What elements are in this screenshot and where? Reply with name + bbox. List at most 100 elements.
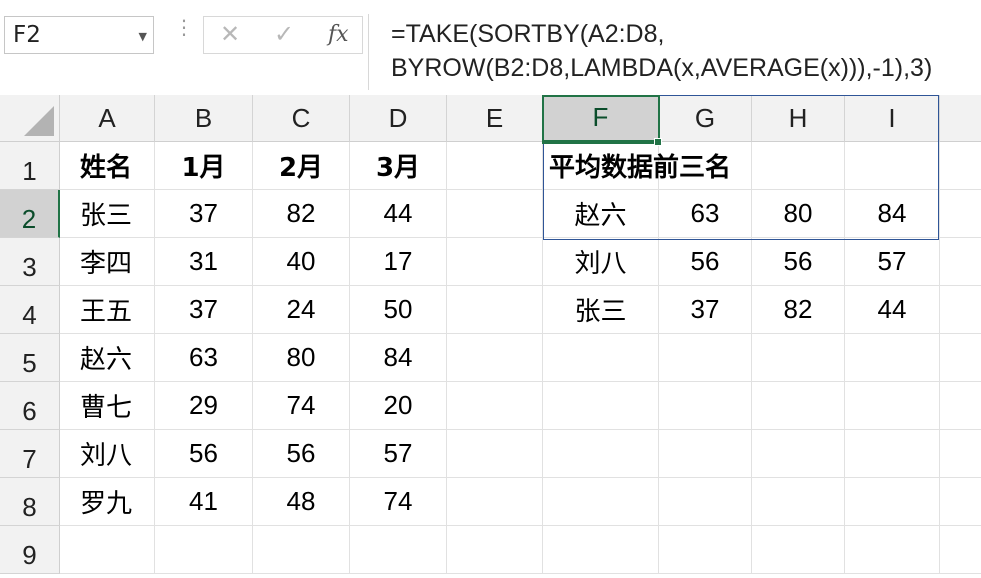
row-header-6[interactable]: 6 (0, 382, 60, 430)
grid-cell[interactable] (253, 526, 350, 574)
grid-cell[interactable] (543, 382, 659, 430)
grid-cell[interactable] (940, 526, 981, 574)
table-cell[interactable]: 74 (253, 382, 350, 430)
insert-function-icon[interactable]: fx (328, 22, 349, 47)
table-cell[interactable]: 82 (253, 190, 350, 238)
grid-cell[interactable] (659, 430, 752, 478)
table-cell[interactable]: 20 (350, 382, 447, 430)
row-header-8[interactable]: 8 (0, 478, 60, 526)
row-header-9[interactable]: 9 (0, 526, 60, 574)
grid-cell[interactable] (543, 478, 659, 526)
result-title[interactable]: 平均数据前三名 (543, 142, 793, 190)
name-box[interactable]: F2 ▼ (4, 16, 154, 54)
table-cell[interactable]: 赵六 (60, 334, 155, 382)
grid-cell[interactable] (940, 286, 981, 334)
table-cell[interactable]: 63 (155, 334, 253, 382)
grid-cell[interactable] (155, 526, 253, 574)
column-header-g[interactable]: G (659, 95, 752, 142)
grid-cell[interactable] (940, 142, 981, 190)
grid-cell[interactable] (447, 430, 543, 478)
result-cell[interactable]: 80 (752, 190, 845, 238)
grid-cell[interactable] (940, 238, 981, 286)
formula-input[interactable]: =TAKE(SORTBY(A2:D8, BYROW(B2:D8,LAMBDA(x… (368, 14, 981, 90)
result-cell[interactable]: 刘八 (543, 238, 659, 286)
grid-cell[interactable] (350, 526, 447, 574)
table-cell[interactable]: 40 (253, 238, 350, 286)
result-cell[interactable]: 张三 (543, 286, 659, 334)
enter-icon[interactable]: ✓ (274, 20, 294, 48)
column-header-b[interactable]: B (155, 95, 253, 142)
row-header-1[interactable]: 1 (0, 142, 60, 190)
result-cell[interactable]: 82 (752, 286, 845, 334)
grid-cell[interactable] (543, 526, 659, 574)
table-cell[interactable]: 31 (155, 238, 253, 286)
table-cell[interactable]: 80 (253, 334, 350, 382)
grid-cell[interactable] (659, 478, 752, 526)
table-header-cell[interactable]: 3月 (350, 142, 447, 190)
grid-cell[interactable] (659, 526, 752, 574)
grid-cell[interactable] (447, 334, 543, 382)
row-header-2[interactable]: 2 (0, 190, 60, 238)
table-cell[interactable]: 李四 (60, 238, 155, 286)
cancel-icon[interactable]: ✕ (220, 20, 240, 48)
table-header-cell[interactable]: 2月 (253, 142, 350, 190)
table-cell[interactable]: 张三 (60, 190, 155, 238)
grid-cell[interactable] (845, 478, 940, 526)
column-header-d[interactable]: D (350, 95, 447, 142)
table-cell[interactable]: 24 (253, 286, 350, 334)
row-header-3[interactable]: 3 (0, 238, 60, 286)
grid-cell[interactable] (659, 334, 752, 382)
table-cell[interactable]: 50 (350, 286, 447, 334)
table-cell[interactable]: 48 (253, 478, 350, 526)
result-cell[interactable]: 63 (659, 190, 752, 238)
table-cell[interactable]: 曹七 (60, 382, 155, 430)
grid-cell[interactable] (752, 382, 845, 430)
grid-cell[interactable] (543, 430, 659, 478)
grid-cell[interactable] (940, 190, 981, 238)
table-cell[interactable]: 57 (350, 430, 447, 478)
grid-cell[interactable] (845, 526, 940, 574)
column-header-h[interactable]: H (752, 95, 845, 142)
table-cell[interactable]: 17 (350, 238, 447, 286)
table-cell[interactable]: 74 (350, 478, 447, 526)
grid-cell[interactable] (845, 430, 940, 478)
grid-cell[interactable] (659, 382, 752, 430)
grid-cell[interactable] (447, 382, 543, 430)
grid-cell[interactable] (940, 430, 981, 478)
table-header-cell[interactable]: 1月 (155, 142, 253, 190)
table-cell[interactable]: 56 (155, 430, 253, 478)
table-cell[interactable]: 王五 (60, 286, 155, 334)
select-all-button[interactable] (0, 95, 60, 142)
grid-cell[interactable] (447, 526, 543, 574)
column-header-a[interactable]: A (60, 95, 155, 142)
table-cell[interactable]: 29 (155, 382, 253, 430)
result-cell[interactable]: 37 (659, 286, 752, 334)
table-cell[interactable]: 44 (350, 190, 447, 238)
grid-cell[interactable] (447, 190, 543, 238)
table-cell[interactable]: 84 (350, 334, 447, 382)
column-header-e[interactable]: E (447, 95, 543, 142)
table-cell[interactable]: 罗九 (60, 478, 155, 526)
result-cell[interactable]: 56 (659, 238, 752, 286)
grid-cell[interactable] (845, 382, 940, 430)
row-header-4[interactable]: 4 (0, 286, 60, 334)
grid-cell[interactable] (60, 526, 155, 574)
grid-cell[interactable] (752, 334, 845, 382)
row-header-7[interactable]: 7 (0, 430, 60, 478)
grid-cell[interactable] (752, 478, 845, 526)
grid-cell[interactable] (447, 142, 543, 190)
grid-cell[interactable] (845, 334, 940, 382)
result-cell[interactable]: 赵六 (543, 190, 659, 238)
chevron-down-icon[interactable]: ▼ (139, 30, 147, 43)
grid-cell[interactable] (752, 526, 845, 574)
table-header-cell[interactable]: 姓名 (60, 142, 155, 190)
column-header-c[interactable]: C (253, 95, 350, 142)
result-cell[interactable]: 84 (845, 190, 940, 238)
table-cell[interactable]: 56 (253, 430, 350, 478)
grid-cell[interactable] (940, 382, 981, 430)
grid-cell[interactable] (940, 478, 981, 526)
grid-cell[interactable] (940, 334, 981, 382)
row-header-5[interactable]: 5 (0, 334, 60, 382)
table-cell[interactable]: 41 (155, 478, 253, 526)
grid-cell[interactable] (447, 478, 543, 526)
